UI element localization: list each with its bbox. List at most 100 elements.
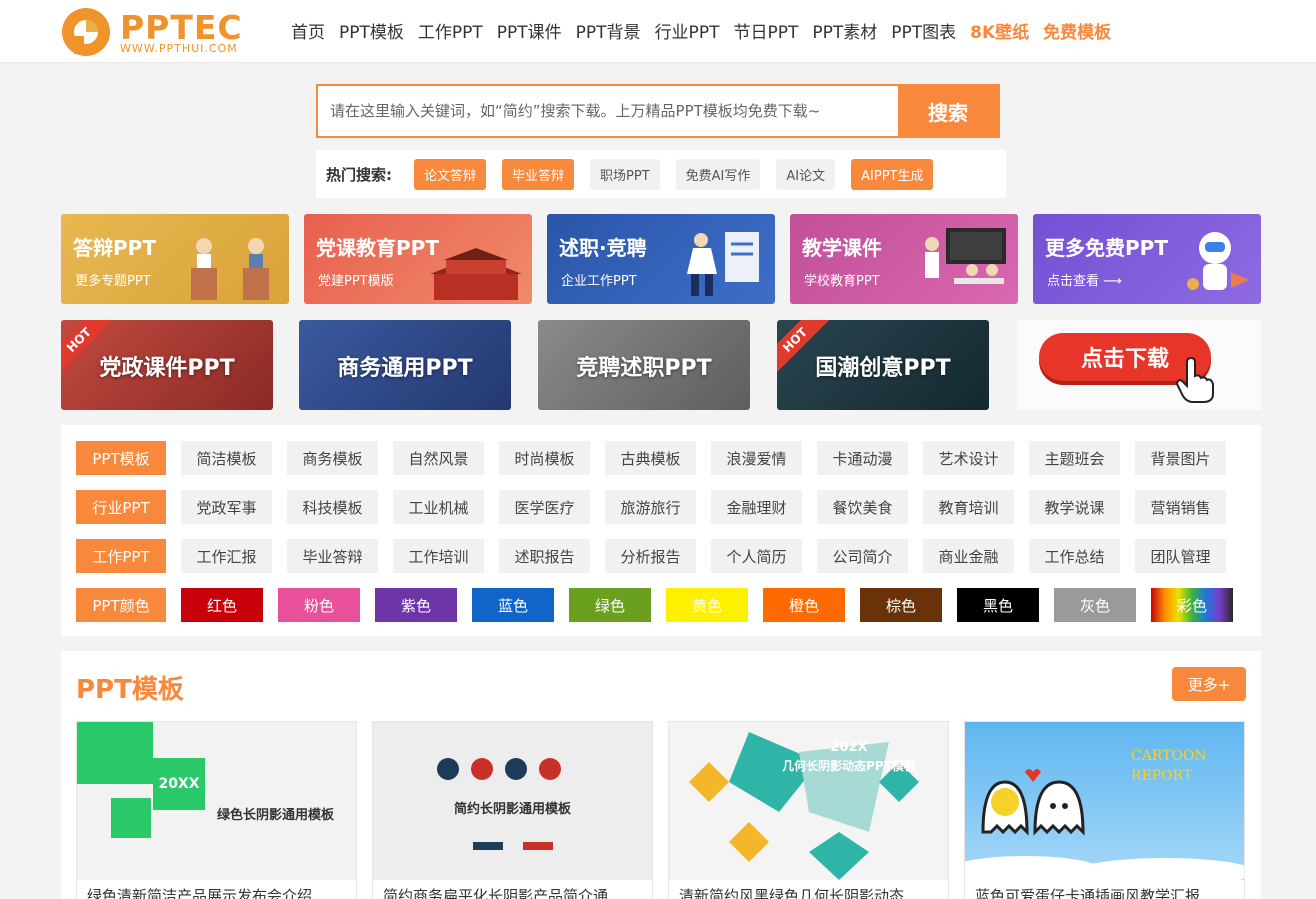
thumb-title: 简约长阴影通用模板 [453, 802, 571, 817]
category-item[interactable]: 工作总结 [1029, 539, 1120, 573]
template-caption: 蓝色可爱蛋仔卡通插画风教学汇报 [975, 887, 1201, 899]
category-item[interactable]: 教学说课 [1029, 490, 1120, 524]
category-item[interactable]: 餐饮美食 [817, 490, 908, 524]
nav-home[interactable]: 首页 [284, 18, 332, 43]
category-item[interactable]: 古典模板 [605, 441, 696, 475]
color-swatch-pink[interactable]: 粉色 [278, 588, 360, 622]
color-swatch-blue[interactable]: 蓝色 [472, 588, 554, 622]
banner-title: 教学课件 [802, 236, 882, 260]
category-item[interactable]: 分析报告 [605, 539, 696, 573]
category-item[interactable]: 金融理财 [711, 490, 802, 524]
category-item[interactable]: 浪漫爱情 [711, 441, 802, 475]
hot-tag[interactable]: AIPPT生成 [851, 158, 934, 190]
nav-free-templates[interactable]: 免费模板 [1036, 18, 1118, 43]
category-head[interactable]: PPT模板 [76, 441, 166, 475]
hot-tag[interactable]: 职场PPT [590, 158, 660, 190]
category-item[interactable]: 卡通动漫 [817, 441, 908, 475]
more-button[interactable]: 更多+ [1172, 667, 1246, 701]
banner-subtitle: 更多专题PPT [75, 274, 151, 289]
category-item[interactable]: 营销销售 [1135, 490, 1226, 524]
banner-more-free-ppt[interactable]: 更多免费PPT 点击查看 ⟶ [1033, 214, 1261, 304]
category-item[interactable]: 旅游旅行 [605, 490, 696, 524]
category-head[interactable]: 行业PPT [76, 490, 166, 524]
color-swatch-red[interactable]: 红色 [181, 588, 263, 622]
nav-ppt-templates[interactable]: PPT模板 [332, 18, 411, 43]
color-swatch-purple[interactable]: 紫色 [375, 588, 457, 622]
category-panel: PPT模板 简洁模板 商务模板 自然风景 时尚模板 古典模板 浪漫爱情 卡通动漫… [61, 425, 1261, 636]
banner-report-competition[interactable]: 述职·竞聘 企业工作PPT [547, 214, 775, 304]
pointer-hand-icon [1175, 356, 1214, 403]
thumb-badge: 20XX [153, 758, 205, 810]
banner-title: 述职·竞聘 [559, 236, 647, 260]
category-item[interactable]: 个人简历 [711, 539, 802, 573]
color-swatch-brown[interactable]: 棕色 [860, 588, 942, 622]
color-swatch-yellow[interactable]: 黄色 [666, 588, 748, 622]
nav-ppt-courseware[interactable]: PPT课件 [490, 18, 569, 43]
category-item[interactable]: 工业机械 [393, 490, 484, 524]
tile-business-ppt[interactable]: 商务通用PPT [299, 320, 511, 410]
nav-8k-wallpaper[interactable]: 8K壁纸 [963, 18, 1036, 43]
banner-party-education[interactable]: 党课教育PPT 党建PPT模版 [304, 214, 532, 304]
classroom-illustration-icon [925, 228, 1006, 284]
category-item[interactable]: 述职报告 [499, 539, 590, 573]
color-swatch-rainbow[interactable]: 彩色 [1151, 588, 1233, 622]
category-item[interactable]: 党政军事 [181, 490, 272, 524]
templates-section: PPT模板 更多+ 20XX 绿色长阴影通用模板 绿色清新简洁产品展示发布会介绍… [61, 651, 1261, 899]
nav-industry-ppt[interactable]: 行业PPT [648, 18, 727, 43]
search-input[interactable] [318, 86, 900, 136]
hot-tag[interactable]: AI论文 [776, 158, 836, 190]
hot-tag[interactable]: 免费AI写作 [675, 158, 761, 190]
category-item[interactable]: 背景图片 [1135, 441, 1226, 475]
logo-url: WWW.PPTHUI.COM [120, 42, 238, 55]
banner-defense-ppt[interactable]: 答辩PPT 更多专题PPT [61, 214, 289, 304]
thumb-title: 几何长阴影动态PPT模板 [782, 759, 916, 773]
tile-competition-report[interactable]: 竞聘述职PPT [538, 320, 750, 410]
hot-tag[interactable]: 论文答辩 [414, 158, 487, 190]
tile-party-courseware[interactable]: HOT 党政课件PPT [61, 320, 273, 410]
banner-subtitle: 学校教育PPT [804, 274, 880, 289]
category-item[interactable]: 教育培训 [923, 490, 1014, 524]
category-item[interactable]: 工作汇报 [181, 539, 272, 573]
color-swatch-gray[interactable]: 灰色 [1054, 588, 1136, 622]
template-card[interactable]: CARTOON REPORT 蓝色可爱蛋仔卡通插画风教学汇报 [964, 721, 1245, 899]
site-logo[interactable]: PPTEC WWW.PPTHUI.COM [60, 6, 260, 58]
nav-holiday-ppt[interactable]: 节日PPT [726, 18, 805, 43]
category-item[interactable]: 毕业答辩 [287, 539, 378, 573]
category-head[interactable]: 工作PPT [76, 539, 166, 573]
category-item[interactable]: 简洁模板 [181, 441, 272, 475]
banner-teaching-courseware[interactable]: 教学课件 学校教育PPT [790, 214, 1018, 304]
category-item[interactable]: 公司简介 [817, 539, 908, 573]
tile-title: 党政课件PPT [99, 356, 235, 381]
thumb-title: CARTOON REPORT [1131, 748, 1207, 784]
template-caption: 简约商务扁平化长阴影产品简介通 [383, 887, 609, 899]
template-card[interactable]: 202X 几何长阴影动态PPT模板 清新简约风黑绿色几何长阴影动态 [668, 721, 949, 899]
category-item[interactable]: 商业金融 [923, 539, 1014, 573]
section-title: PPT模板 [76, 675, 184, 705]
nav-work-ppt[interactable]: 工作PPT [411, 18, 490, 43]
color-swatch-green[interactable]: 绿色 [569, 588, 651, 622]
tile-title: 商务通用PPT [337, 356, 473, 381]
banner-title: 更多免费PPT [1045, 236, 1168, 260]
category-item[interactable]: 商务模板 [287, 441, 378, 475]
color-swatch-orange[interactable]: 橙色 [763, 588, 845, 622]
color-swatch-black[interactable]: 黑色 [957, 588, 1039, 622]
category-row-work: 工作PPT 工作汇报 毕业答辩 工作培训 述职报告 分析报告 个人简历 公司简介… [76, 539, 1241, 573]
nav-ppt-backgrounds[interactable]: PPT背景 [569, 18, 648, 43]
template-card[interactable]: 20XX 绿色长阴影通用模板 绿色清新简洁产品展示发布会介绍 [76, 721, 357, 899]
nav-ppt-materials[interactable]: PPT素材 [805, 18, 884, 43]
nav-ppt-charts[interactable]: PPT图表 [884, 18, 963, 43]
category-item[interactable]: 工作培训 [393, 539, 484, 573]
category-item[interactable]: 主题班会 [1029, 441, 1120, 475]
category-item[interactable]: 医学医疗 [499, 490, 590, 524]
category-item[interactable]: 时尚模板 [499, 441, 590, 475]
category-item[interactable]: 艺术设计 [923, 441, 1014, 475]
hot-search-label: 热门搜索: [326, 165, 392, 184]
hot-tag[interactable]: 毕业答辩 [502, 158, 575, 190]
category-item[interactable]: 科技模板 [287, 490, 378, 524]
search-button[interactable]: 搜索 [898, 86, 998, 136]
category-item[interactable]: 团队管理 [1135, 539, 1226, 573]
template-card[interactable]: 简约长阴影通用模板 简约商务扁平化长阴影产品简介通 [372, 721, 653, 899]
category-head[interactable]: PPT颜色 [76, 588, 166, 622]
tile-guochao-ppt[interactable]: HOT 国潮创意PPT [777, 320, 989, 410]
category-item[interactable]: 自然风景 [393, 441, 484, 475]
